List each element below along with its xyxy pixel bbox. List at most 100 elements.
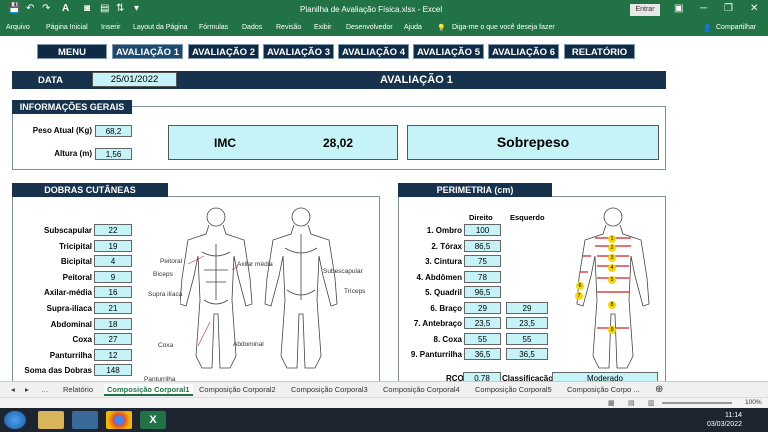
sort-icon[interactable]: ⇅ bbox=[116, 3, 124, 14]
sheet-tab[interactable]: Composição Corporal5 bbox=[472, 384, 555, 396]
sheet-tab[interactable]: Composição Corpo ... bbox=[564, 384, 643, 396]
normal-view-icon[interactable]: ▦ bbox=[608, 399, 615, 407]
skinfold-label: Coxa bbox=[72, 335, 92, 345]
file-explorer-icon[interactable] bbox=[38, 411, 64, 429]
perimeter-right-value[interactable]: 100 bbox=[464, 224, 501, 236]
ribbon-display-icon[interactable]: ▣ bbox=[674, 3, 683, 14]
restore-icon[interactable]: ❐ bbox=[724, 3, 733, 14]
nav-avaliacao-1-button[interactable]: AVALIAÇÃO 1 bbox=[112, 44, 183, 59]
redo-icon[interactable]: ↷ bbox=[42, 3, 50, 14]
page-break-view-icon[interactable]: ▥ bbox=[648, 399, 655, 407]
weight-field[interactable]: 68,2 bbox=[95, 125, 132, 137]
tab-dados[interactable]: Dados bbox=[242, 24, 262, 31]
sheet-tab[interactable]: Composição Corporal2 bbox=[196, 384, 279, 396]
tab-desenvolvedor[interactable]: Desenvolvedor bbox=[346, 24, 393, 31]
skinfold-value[interactable]: 18 bbox=[94, 317, 132, 330]
perimeter-left-value[interactable]: 23,5 bbox=[506, 317, 548, 329]
customize-toolbar-icon[interactable]: ▾ bbox=[134, 3, 139, 14]
camera-icon[interactable]: ◙ bbox=[84, 3, 90, 14]
skinfold-value[interactable]: 22 bbox=[94, 224, 132, 236]
excel-icon[interactable]: X bbox=[140, 411, 166, 429]
tab-pagina-inicial[interactable]: Página Inicial bbox=[46, 24, 88, 31]
sheet-tab[interactable]: Composição Corporal1 bbox=[104, 384, 193, 396]
nav-relatorio-button[interactable]: RELATÓRIO bbox=[564, 44, 635, 59]
perimeter-left-value[interactable]: 55 bbox=[506, 332, 548, 345]
tab-layout[interactable]: Layout da Página bbox=[133, 24, 188, 31]
sheet-tab[interactable]: Composição Corporal3 bbox=[288, 384, 371, 396]
tab-exibir[interactable]: Exibir bbox=[314, 24, 332, 31]
nav-avaliacao-4-button[interactable]: AVALIAÇÃO 4 bbox=[338, 44, 409, 59]
skinfold-value[interactable]: 21 bbox=[94, 302, 132, 314]
perimeter-left-value[interactable]: 36,5 bbox=[506, 348, 548, 360]
tell-me-box[interactable]: Diga-me o que você deseja fazer bbox=[452, 24, 555, 31]
start-icon[interactable] bbox=[4, 411, 26, 429]
general-info-title: INFORMAÇÕES GERAIS bbox=[12, 100, 132, 114]
perimeter-right-value[interactable]: 36,5 bbox=[464, 348, 501, 360]
zoom-slider[interactable] bbox=[662, 402, 732, 404]
skinfold-label: Supra-ilíaca bbox=[46, 304, 92, 313]
tab-revisao[interactable]: Revisão bbox=[276, 24, 301, 31]
worksheet: MENU AVALIAÇÃO 1 AVALIAÇÃO 2 AVALIAÇÃO 3… bbox=[0, 36, 768, 384]
tab-arquivo[interactable]: Arquivo bbox=[6, 24, 30, 31]
label-abdominal: Abdominal bbox=[233, 341, 264, 348]
skinfold-value[interactable]: 4 bbox=[94, 255, 132, 268]
perimeter-right-value[interactable]: 29 bbox=[464, 301, 501, 314]
nav-avaliacao-5-button[interactable]: AVALIAÇÃO 5 bbox=[413, 44, 484, 59]
tab-inserir[interactable]: Inserir bbox=[101, 24, 120, 31]
date-field[interactable]: 25/01/2022 bbox=[92, 72, 177, 87]
font-color-icon[interactable]: A bbox=[62, 3, 69, 14]
skinfold-value[interactable]: 27 bbox=[94, 333, 132, 346]
tab-formulas[interactable]: Fórmulas bbox=[199, 24, 228, 31]
perimeter-right-value[interactable]: 78 bbox=[464, 270, 501, 283]
tab-scroll-left-icon[interactable]: ◂ bbox=[8, 384, 18, 396]
perimeter-right-value[interactable]: 23,5 bbox=[464, 317, 501, 329]
skinfold-label: Abdominal bbox=[50, 319, 92, 329]
perimeter-marker: 8 bbox=[608, 301, 616, 309]
minimize-icon[interactable]: ─ bbox=[700, 3, 707, 14]
sign-in-button[interactable]: Entrar bbox=[630, 4, 660, 16]
add-sheet-icon[interactable]: ⊕ bbox=[652, 384, 666, 396]
perimeter-left-value[interactable]: 29 bbox=[506, 301, 548, 314]
skinfolds-title: DOBRAS CUTÂNEAS bbox=[12, 183, 168, 197]
undo-icon[interactable]: ↶ bbox=[26, 3, 34, 14]
perimeter-right-value[interactable]: 55 bbox=[464, 332, 501, 345]
nav-avaliacao-2-button[interactable]: AVALIAÇÃO 2 bbox=[188, 44, 259, 59]
share-icon[interactable]: 👤 bbox=[703, 24, 712, 32]
skinfold-value[interactable]: 16 bbox=[94, 286, 132, 299]
perimeter-right-value[interactable]: 96,5 bbox=[464, 286, 501, 298]
nav-avaliacao-6-button[interactable]: AVALIAÇÃO 6 bbox=[488, 44, 559, 59]
sheet-tab[interactable]: Relatório bbox=[60, 384, 96, 396]
nav-avaliacao-3-button[interactable]: AVALIAÇÃO 3 bbox=[263, 44, 334, 59]
label-biceps: Bíceps bbox=[153, 271, 173, 278]
skinfold-value[interactable]: 19 bbox=[94, 239, 132, 252]
sheet-tab-bar: ◂ ▸ … Relatório Composição Corporal1 Compo… bbox=[0, 381, 768, 397]
weight-label: Peso Atual (Kg) bbox=[32, 126, 92, 135]
tab-scroll-right-icon[interactable]: ▸ bbox=[22, 384, 32, 396]
skinfold-value[interactable]: 12 bbox=[94, 348, 132, 361]
close-icon[interactable]: ✕ bbox=[750, 3, 758, 14]
tab-more-icon[interactable]: … bbox=[38, 384, 52, 396]
label-triceps: Tríceps bbox=[344, 288, 366, 295]
skinfold-value[interactable]: 9 bbox=[94, 270, 132, 283]
form-icon[interactable]: ▤ bbox=[100, 3, 109, 14]
sheet-tab[interactable]: Composição Corporal4 bbox=[380, 384, 463, 396]
page-layout-view-icon[interactable]: ▤ bbox=[628, 399, 635, 407]
perimeter-right-value[interactable]: 75 bbox=[464, 255, 501, 267]
skinfold-value[interactable]: 148 bbox=[94, 364, 132, 377]
skinfold-label: Soma das Dobras bbox=[24, 366, 92, 376]
perimeter-label: 5. Quadril bbox=[425, 288, 462, 297]
column-esquerdo: Esquerdo bbox=[510, 213, 545, 222]
save-icon[interactable]: 💾 bbox=[8, 3, 20, 14]
chrome-icon[interactable] bbox=[106, 411, 132, 429]
perimeter-right-value[interactable]: 86,5 bbox=[464, 239, 501, 252]
share-button[interactable]: Compartilhar bbox=[716, 24, 756, 31]
perimeter-marker: 1 bbox=[608, 235, 616, 243]
nav-menu-button[interactable]: MENU bbox=[37, 44, 107, 59]
tab-ajuda[interactable]: Ajuda bbox=[404, 24, 422, 31]
height-field[interactable]: 1,56 bbox=[95, 148, 132, 160]
media-player-icon[interactable] bbox=[72, 411, 98, 429]
zoom-level[interactable]: 100% bbox=[745, 399, 762, 406]
page-title: AVALIAÇÃO 1 bbox=[380, 74, 453, 86]
classification-panel: Sobrepeso bbox=[407, 125, 659, 160]
skinfold-anatomy-figure bbox=[180, 207, 338, 369]
